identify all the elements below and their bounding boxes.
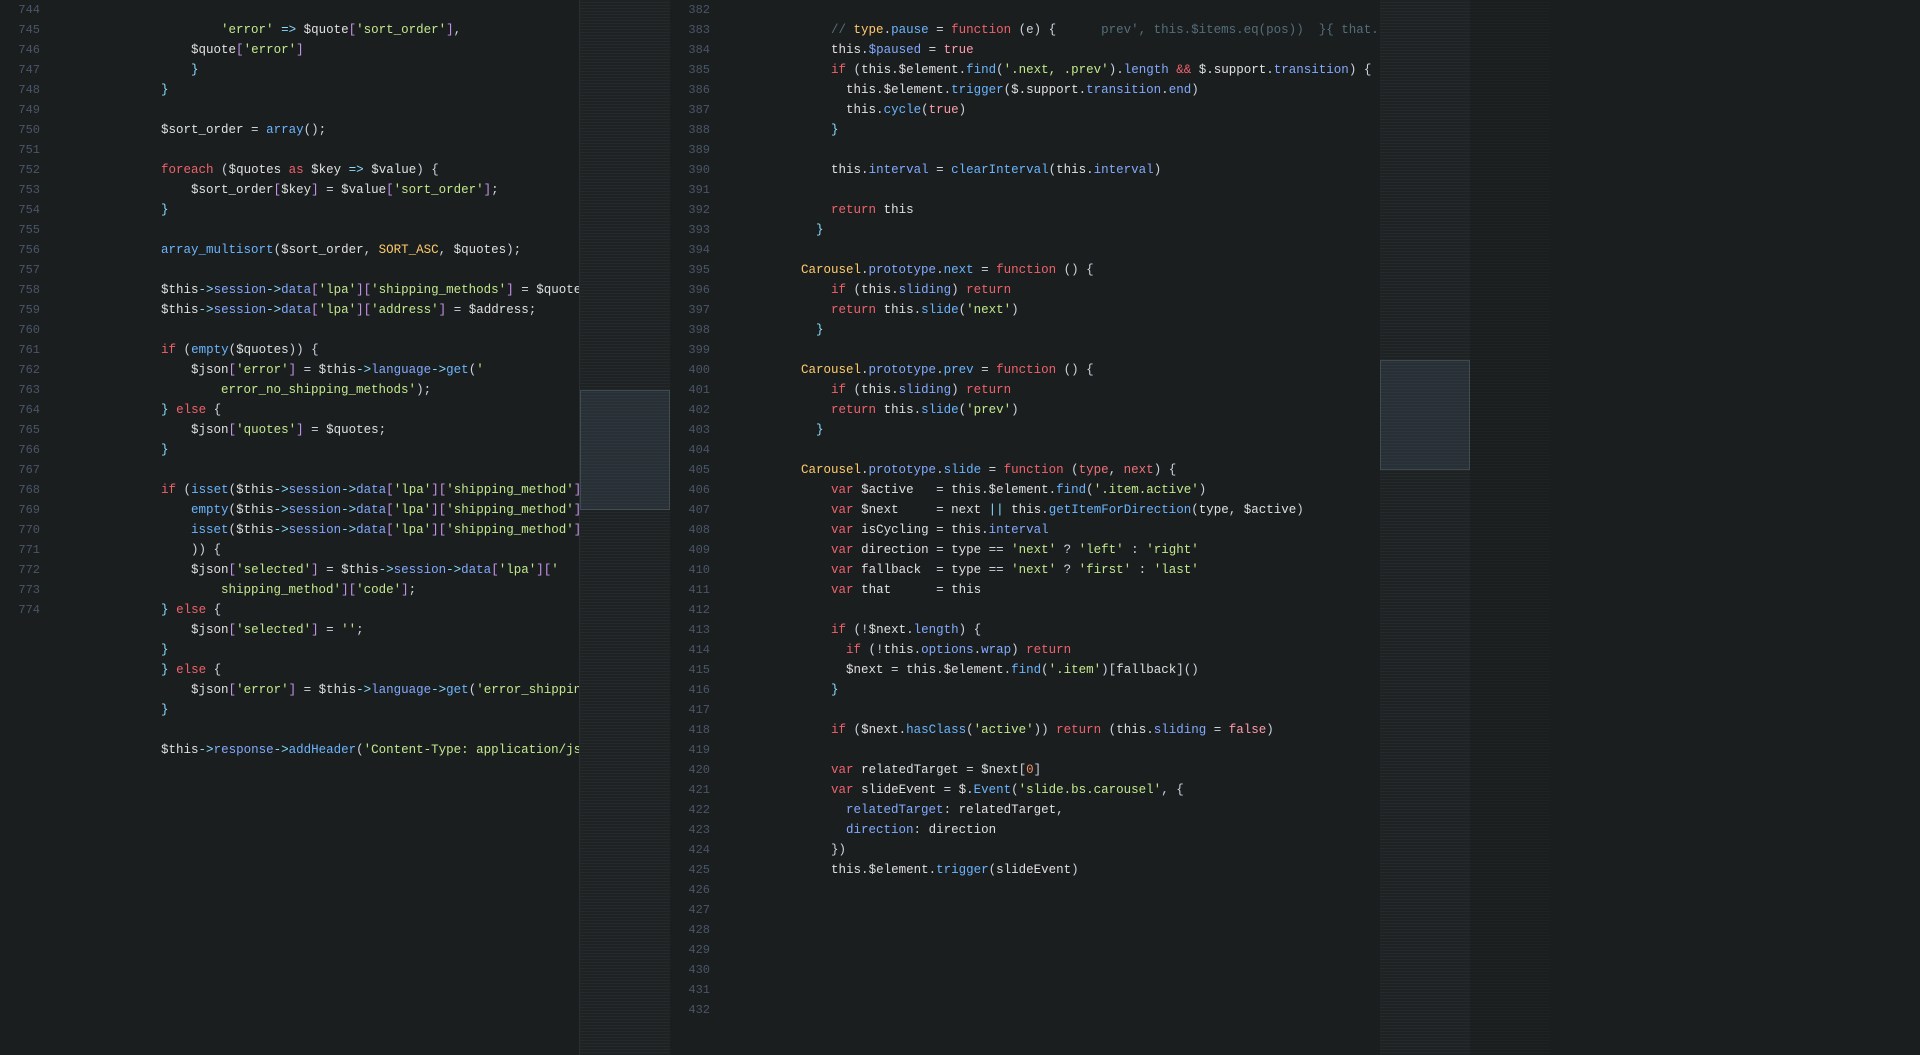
- code-line: $this->response->addHeader('Content-Type…: [56, 720, 579, 740]
- right-code-panel: 382 383 384 385 386 387 388 389 390 391 …: [670, 0, 1380, 1055]
- code-line: Carousel.prototype.prev = function () {: [726, 340, 1380, 360]
- code-line: if ($next.hasClass('active')) return (th…: [726, 700, 1380, 720]
- minimap-left[interactable]: [580, 0, 670, 1055]
- minimap-content-far-right: [1470, 0, 1550, 1055]
- code-line: foreach ($quotes as $key => $value) {: [56, 140, 579, 160]
- code-line: Carousel.prototype.slide = function (typ…: [726, 440, 1380, 460]
- left-code-panel: 744 745 746 747 748 749 750 751 752 753 …: [0, 0, 580, 1055]
- code-line: [726, 320, 1380, 340]
- line-numbers-left: 744 745 746 747 748 749 750 751 752 753 …: [0, 0, 52, 1055]
- line-numbers-right: 382 383 384 385 386 387 388 389 390 391 …: [670, 0, 722, 1055]
- code-line: return this: [726, 180, 1380, 200]
- code-line: [726, 220, 1380, 240]
- minimap-right[interactable]: [1380, 0, 1470, 1055]
- minimap-content: [580, 0, 670, 1055]
- code-line: $sort_order = array();: [56, 100, 579, 120]
- far-right-panel: [1470, 0, 1550, 1055]
- code-line: Carousel.prototype.next = function () {: [726, 240, 1380, 260]
- code-line: if (isset($this->session->data['lpa']['s…: [56, 460, 579, 480]
- code-line: var relatedTarget = $next[0]: [726, 740, 1380, 760]
- minimap-viewport-right: [1380, 360, 1470, 470]
- code-line: array_multisort($sort_order, SORT_ASC, $…: [56, 220, 579, 240]
- code-line: this.interval = clearInterval(this.inter…: [726, 140, 1380, 160]
- code-line: // type.pause = function (e) { prev', th…: [726, 0, 1380, 20]
- code-line: if (!$next.length) {: [726, 600, 1380, 620]
- code-line: 'error' => $quote['sort_order'],: [56, 0, 579, 20]
- minimap-content-right: [1380, 0, 1470, 1055]
- code-content-left: 'error' => $quote['sort_order'], $quote[…: [52, 0, 579, 1055]
- code-content-right: // type.pause = function (e) { prev', th…: [722, 0, 1380, 1055]
- code-editor[interactable]: 744 745 746 747 748 749 750 751 752 753 …: [0, 0, 1920, 1055]
- minimap-viewport: [580, 390, 670, 510]
- code-line: [726, 420, 1380, 440]
- code-line: $this->session->data['lpa']['shipping_me…: [56, 260, 579, 280]
- code-line: if (empty($quotes)) {: [56, 320, 579, 340]
